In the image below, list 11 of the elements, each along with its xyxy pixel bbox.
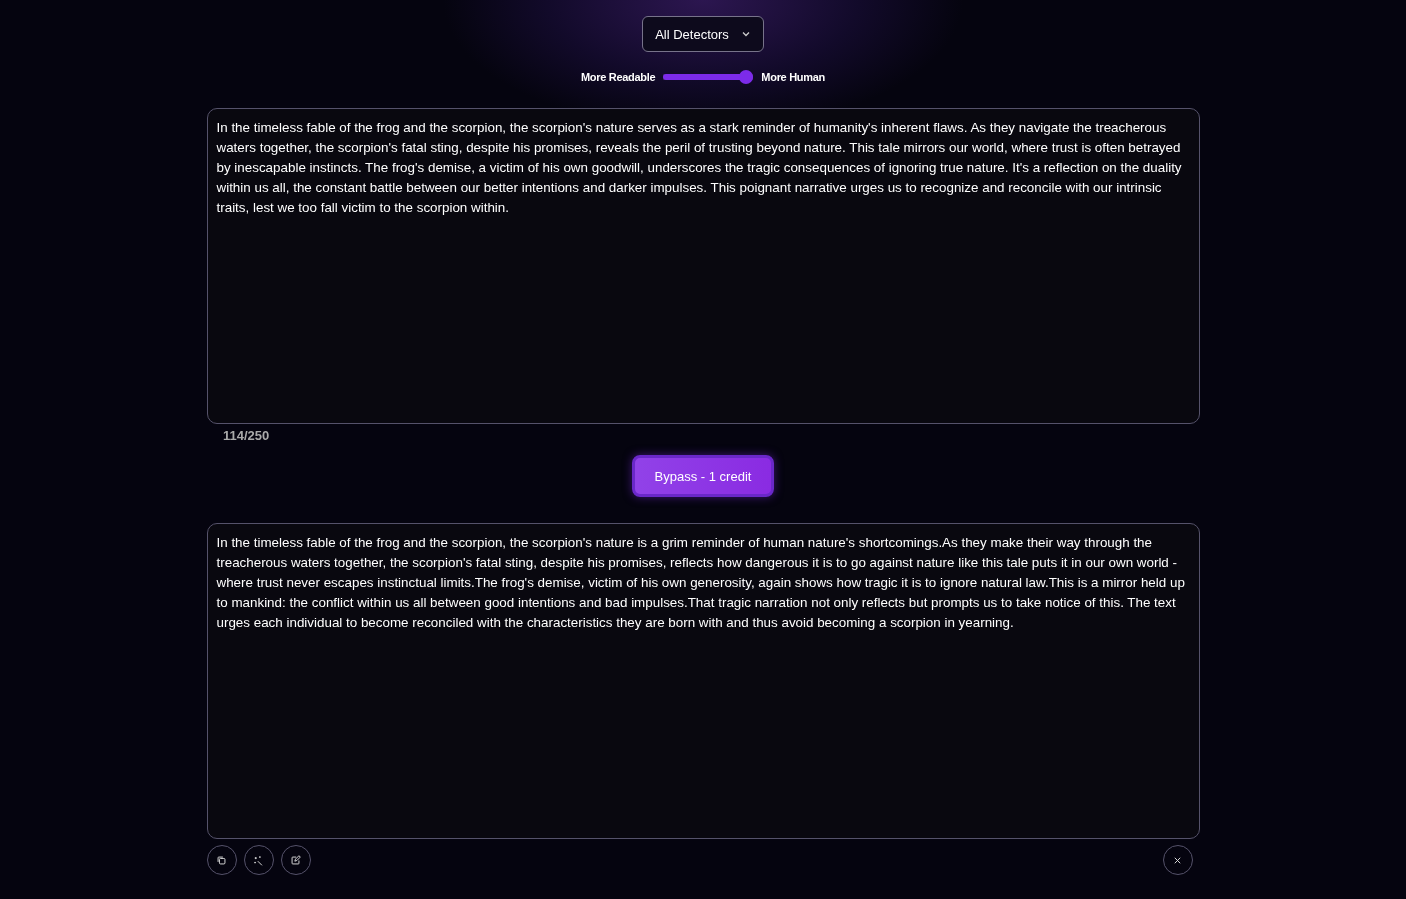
character-counter: 114/250 [223,428,270,443]
caret-icon [740,29,751,39]
output-text-field[interactable]: In the timeless fable of the frog and the scorpion, the scorpion's nature is a grim reminder of human nature's shortcomings.As they make their way through the treacherous waters together, the scorpion's fatal sting, despite his promises, reflects how dangerous it is to go against nature like this tale puts it in our own world - where trust never escapes instinctual limits.The frog's demise, victim of his own generosity, again shows how tragic it is to ignore natural law.This is a mirror held up to mankind: the conflict within us all between good intentions and bad impulses.That tragic narration not only reflects but prompts us to take notice of this. The text urges each individual to become reconciled with the characteristics they are born with and thus avoid becoming a scorpion in yearning. [206,523,1200,839]
input-text-field[interactable]: In the timeless fable of the frog and the scorpion, the scorpion's nature serves as a stark reminder of humanity's inherent flaws. As they navigate the treacherous waters together, the scorpion's fatal sting, despite his promises, reveals the peril of trusting beyond nature. This tale mirrors our world, where trust is often betrayed by inescapable instincts. The frog's demise, a victim of his own goodwill, underscores the tragic consequences of ignoring true nature. It's a reflection on the duality within us all, the constant battle between our better intentions and darker impulses. This poignant narrative urges us to recognize and reconcile with our intrinsic traits, lest we too fall victim to the scorpion within. [206,108,1200,424]
magic-wand-icon [253,854,264,866]
slider-label: More Readable [581,71,656,83]
detector-dropdown[interactable]: All Detectors [642,16,764,52]
bypass-button[interactable]: Bypass - 1 credit [631,455,775,497]
edit-icon [290,854,301,866]
slider-label: More Human [761,71,825,83]
copy-icon [216,854,227,866]
